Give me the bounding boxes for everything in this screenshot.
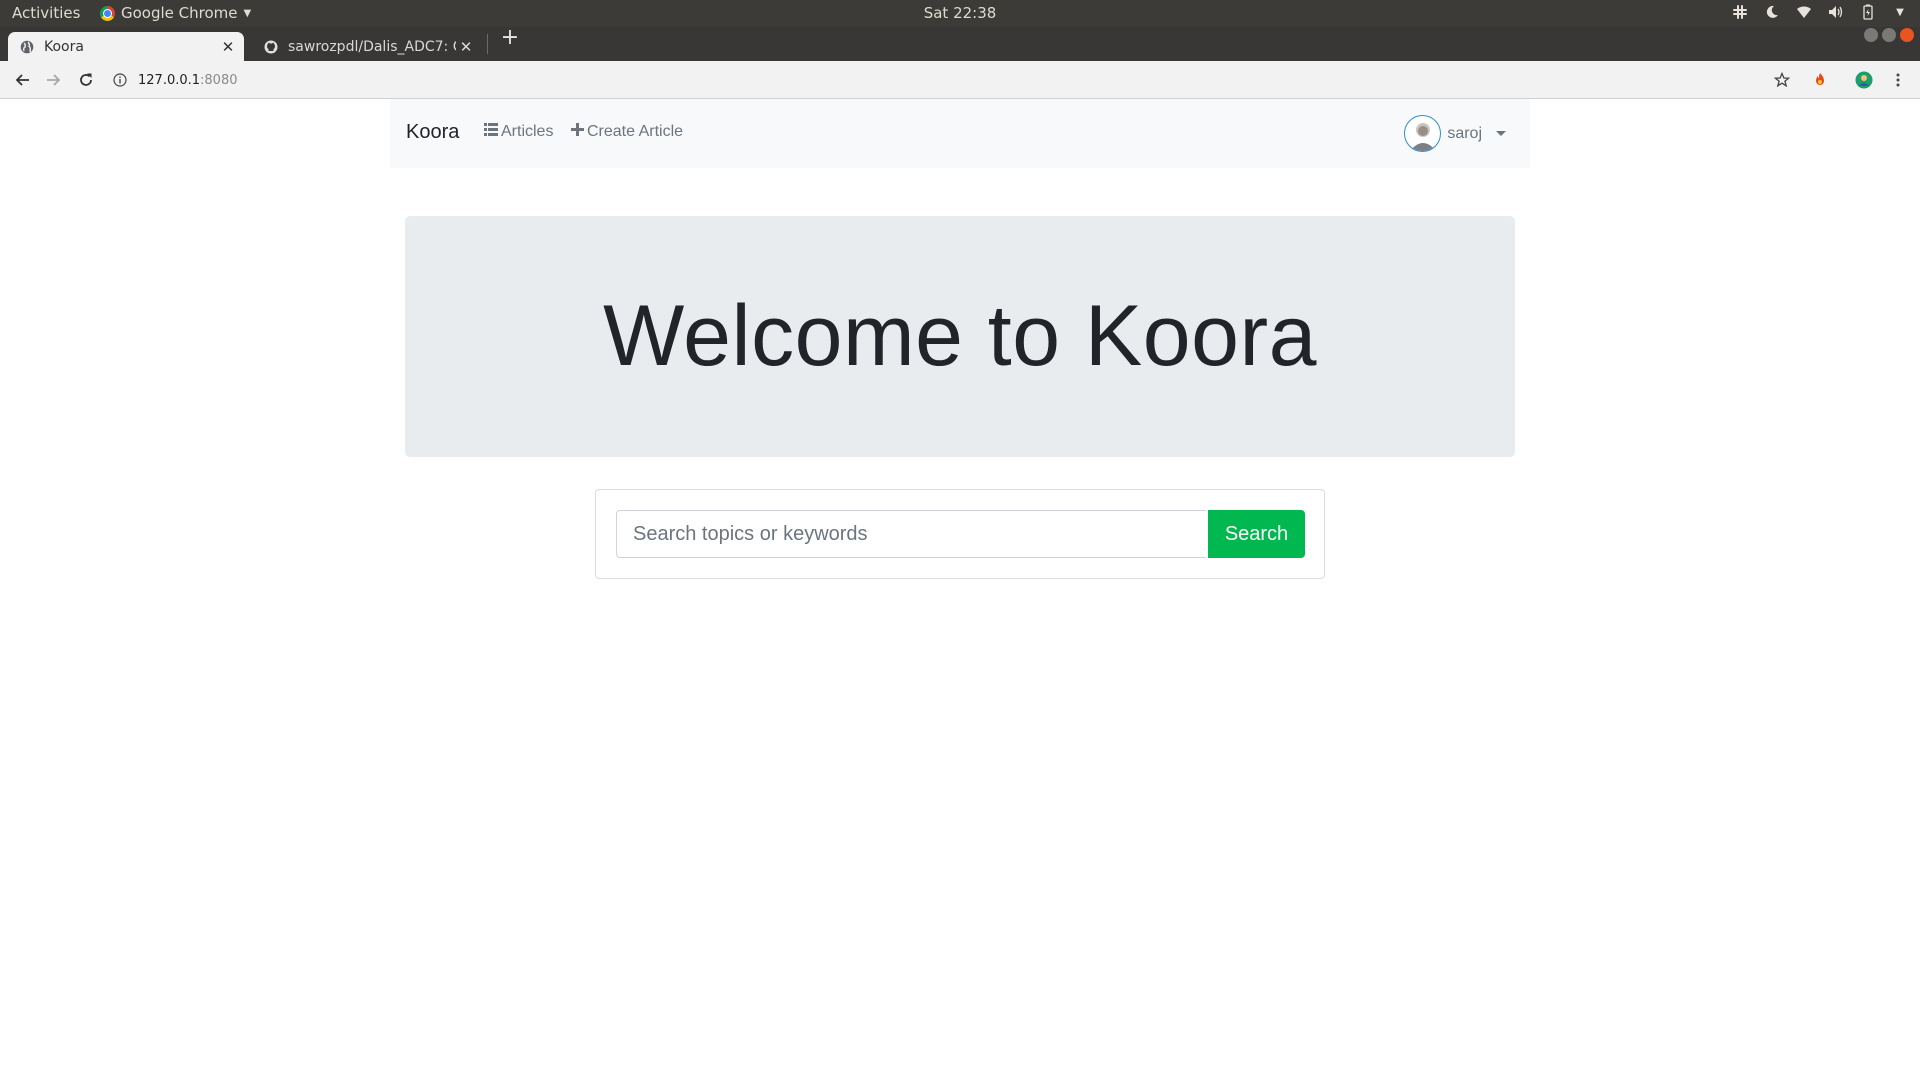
clock[interactable]: Sat 22:38 <box>0 4 1920 22</box>
url-host: 127.0.0.1 <box>138 72 201 88</box>
system-tray[interactable]: ▼ <box>1732 3 1908 21</box>
nav-create-article-link[interactable]: Create Article <box>571 123 683 141</box>
tab-separator <box>487 34 488 54</box>
close-window-button[interactable] <box>1900 28 1914 42</box>
slack-icon[interactable] <box>1732 3 1748 21</box>
search-input[interactable] <box>616 510 1206 558</box>
tab-title: sawrozpdl/Dalis_ADC7: C <box>288 38 456 55</box>
close-icon[interactable]: ✕ <box>456 37 476 57</box>
tab-strip: Koora ✕ sawrozpdl/Dalis_ADC7: C ✕ + <box>0 25 1920 61</box>
site-navbar: Koora Articles Create Article saroj <box>390 99 1530 168</box>
battery-icon[interactable] <box>1860 3 1876 21</box>
globe-icon <box>20 40 34 54</box>
night-light-icon[interactable] <box>1764 3 1780 21</box>
hero-jumbotron: Welcome to Koora <box>405 216 1515 457</box>
profile-avatar-icon[interactable] <box>1852 68 1876 92</box>
tab-koora[interactable]: Koora ✕ <box>8 32 244 61</box>
wifi-icon[interactable] <box>1796 3 1812 21</box>
volume-icon[interactable] <box>1828 3 1844 21</box>
nav-create-article-label: Create Article <box>587 123 684 140</box>
chrome-icon <box>100 5 115 21</box>
username: saroj <box>1447 124 1482 142</box>
avatar <box>1404 115 1442 152</box>
plus-icon <box>571 123 584 141</box>
web-page: Koora Articles Create Article saroj Welc… <box>0 99 1920 1080</box>
activities-button[interactable]: Activities <box>12 4 80 22</box>
close-icon[interactable]: ✕ <box>218 37 238 57</box>
maximize-button[interactable] <box>1882 28 1896 42</box>
caret-down-icon <box>1496 131 1506 136</box>
minimize-button[interactable] <box>1864 28 1878 42</box>
nav-articles-label: Articles <box>501 123 554 140</box>
window-controls <box>1864 28 1914 42</box>
address-bar[interactable]: 127.0.0.1:8080 <box>112 68 1752 92</box>
new-tab-button[interactable]: + <box>498 25 522 50</box>
system-top-bar: Activities Google Chrome ▼ Sat 22:38 ▼ <box>0 0 1920 27</box>
info-icon[interactable] <box>112 72 128 88</box>
brand-link[interactable]: Koora <box>406 121 459 144</box>
extension-icon[interactable] <box>1808 68 1832 92</box>
back-button[interactable] <box>10 68 34 92</box>
hero-title: Welcome to Koora <box>603 288 1317 384</box>
reload-button[interactable] <box>74 68 98 92</box>
list-icon <box>484 123 498 141</box>
browser-toolbar: 127.0.0.1:8080 <box>0 61 1920 99</box>
bookmark-star-icon[interactable] <box>1770 68 1794 92</box>
more-menu-icon[interactable] <box>1886 68 1910 92</box>
app-menu[interactable]: Google Chrome ▼ <box>100 4 251 22</box>
app-menu-label: Google Chrome <box>121 4 238 22</box>
url-port: :8080 <box>200 72 238 88</box>
search-button[interactable]: Search <box>1208 510 1305 558</box>
user-dropdown[interactable]: saroj <box>1404 115 1506 152</box>
forward-button[interactable] <box>42 68 66 92</box>
tab-github[interactable]: sawrozpdl/Dalis_ADC7: C ✕ <box>252 32 482 61</box>
chevron-down-icon: ▼ <box>243 7 252 19</box>
search-card: Search <box>595 489 1325 579</box>
tab-title: Koora <box>44 38 84 55</box>
github-icon <box>264 40 278 54</box>
nav-articles-link[interactable]: Articles <box>484 123 553 141</box>
system-menu-icon[interactable]: ▼ <box>1892 3 1908 21</box>
